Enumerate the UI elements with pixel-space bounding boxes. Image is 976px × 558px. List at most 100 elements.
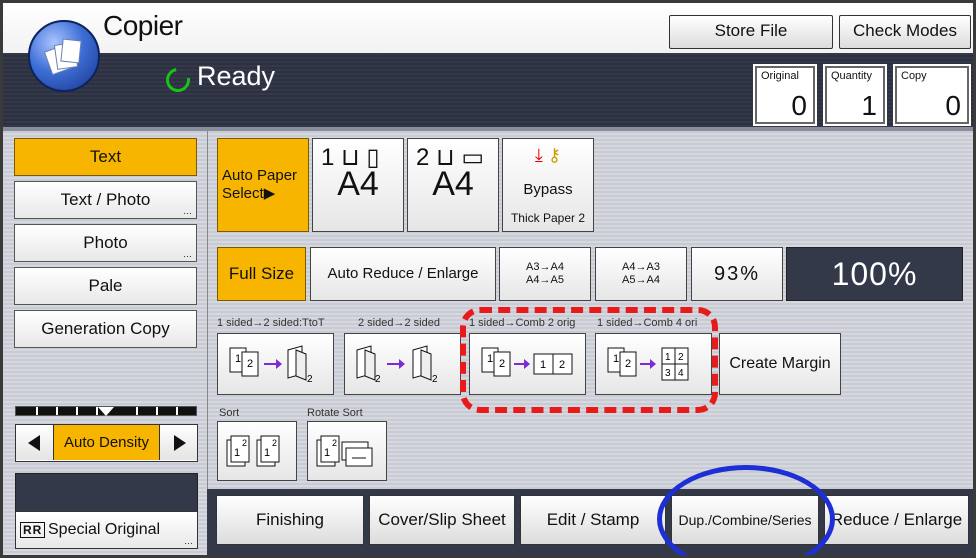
quantity-counter: Quantity 1 xyxy=(823,64,887,126)
more-options-icon: … xyxy=(183,206,192,216)
tray2-size: A4 xyxy=(432,165,474,203)
density-tick xyxy=(56,407,58,415)
ratio-93-percent-button[interactable]: 93% xyxy=(691,247,783,301)
original-type-label: Text / Photo xyxy=(60,190,151,209)
two-to-two-sided-icon: 2 2 xyxy=(356,345,438,385)
density-lighter-button[interactable] xyxy=(16,425,54,460)
one-to-two-sided-button[interactable]: 1 2 2 xyxy=(217,333,334,395)
status-text: Ready xyxy=(197,61,276,91)
store-file-button[interactable]: Store File xyxy=(669,15,833,49)
tab-cover-slip-sheet[interactable]: Cover/Slip Sheet xyxy=(369,495,515,545)
sort-label: Sort xyxy=(219,407,240,419)
create-margin-button[interactable]: Create Margin xyxy=(719,333,841,395)
ratio-line: A3→A4 xyxy=(526,261,564,273)
ratio-line: A4→A5 xyxy=(526,274,564,286)
original-counter-value: 0 xyxy=(791,90,807,121)
svg-text:1: 1 xyxy=(264,447,270,459)
svg-text:2: 2 xyxy=(432,374,438,385)
original-type-generation-copy-button[interactable]: Generation Copy xyxy=(14,310,197,348)
original-counter: Original 0 xyxy=(753,64,817,126)
svg-text:2: 2 xyxy=(375,374,381,385)
quantity-counter-label: Quantity xyxy=(831,70,872,82)
tab-edit-stamp[interactable]: Edit / Stamp xyxy=(520,495,666,545)
tab-finishing[interactable]: Finishing xyxy=(216,495,364,545)
duplex-label: 2 sided→2 sided xyxy=(358,317,440,329)
quantity-counter-value: 1 xyxy=(861,90,877,121)
sort-icon: 1 2 1 2 xyxy=(226,435,280,467)
bypass-paper-type: Thick Paper 2 xyxy=(510,211,586,225)
combine-2-originals-icon: 1 2 1 2 xyxy=(481,347,573,377)
svg-text:2: 2 xyxy=(307,374,313,385)
zoom-ratio-display: 100% xyxy=(786,247,963,301)
tab-dup-combine-series[interactable]: Dup./Combine/Series xyxy=(671,495,819,545)
svg-text:2: 2 xyxy=(625,358,631,370)
svg-text:1: 1 xyxy=(235,353,241,365)
original-type-label: Text xyxy=(89,147,122,166)
svg-text:2: 2 xyxy=(559,359,565,371)
tab-reduce-enlarge[interactable]: Reduce / Enlarge xyxy=(824,495,969,545)
combine-4-originals-button[interactable]: 1 2 1 2 3 4 xyxy=(595,333,712,395)
original-type-label: Generation Copy xyxy=(41,319,170,338)
ratio-line: A5→A4 xyxy=(622,274,660,286)
density-tick xyxy=(36,407,38,415)
ratio-a3-to-a4-button[interactable]: A3→A4 A4→A5 xyxy=(499,247,591,301)
original-type-text-button[interactable]: Text xyxy=(14,138,197,176)
svg-text:1: 1 xyxy=(487,353,493,365)
auto-density-button[interactable]: Auto Density xyxy=(54,425,159,460)
svg-text:2: 2 xyxy=(247,358,253,370)
two-to-two-sided-button[interactable]: 2 2 xyxy=(344,333,461,395)
one-to-two-sided-icon: 1 2 2 xyxy=(229,345,313,385)
density-control: Auto Density xyxy=(15,424,198,462)
density-tick xyxy=(136,407,138,415)
special-original-button[interactable]: RR Special Original … xyxy=(15,511,198,549)
combine-2-originals-button[interactable]: 1 2 1 2 xyxy=(469,333,586,395)
check-modes-button[interactable]: Check Modes xyxy=(839,15,971,49)
svg-text:2: 2 xyxy=(499,358,505,370)
rotate-sort-button[interactable]: 1 2 xyxy=(307,421,387,481)
special-original-label: Special Original xyxy=(48,521,161,538)
rotate-sort-icon: 1 2 xyxy=(316,435,373,467)
bypass-tray-icon: ⤓ ⚷ xyxy=(534,145,562,165)
ratio-line: A4→A3 xyxy=(622,261,660,273)
more-options-icon: … xyxy=(184,536,193,546)
svg-text:4: 4 xyxy=(678,368,684,379)
original-type-pale-button[interactable]: Pale xyxy=(14,267,197,305)
copier-screen: Copier Store File Check Modes Ready Orig… xyxy=(0,0,976,558)
auto-reduce-enlarge-button[interactable]: Auto Reduce / Enlarge xyxy=(310,247,496,301)
combine-label: 1 sided→Comb 4 ori xyxy=(597,317,698,329)
original-type-text-photo-button[interactable]: Text / Photo … xyxy=(14,181,197,219)
density-tick xyxy=(176,407,178,415)
combine-4-originals-icon: 1 2 1 2 3 4 xyxy=(607,347,689,381)
copier-logo-icon xyxy=(28,20,100,92)
auto-paper-select-button[interactable]: Auto Paper Select▶ xyxy=(217,138,309,232)
density-tick xyxy=(156,407,158,415)
original-counter-label: Original xyxy=(761,70,799,82)
full-size-button[interactable]: Full Size xyxy=(217,247,306,301)
rotate-sort-label: Rotate Sort xyxy=(307,407,363,419)
density-darker-button[interactable] xyxy=(159,425,197,460)
bypass-tray-button[interactable]: ⤓ ⚷ Bypass Thick Paper 2 xyxy=(502,138,594,232)
original-type-photo-button[interactable]: Photo … xyxy=(14,224,197,262)
svg-text:1: 1 xyxy=(234,447,240,459)
tray1-button[interactable]: 1 ⊔ ▯ A4 xyxy=(312,138,404,232)
copy-counter-value: 0 xyxy=(945,90,961,121)
svg-text:2: 2 xyxy=(332,438,337,448)
svg-text:2: 2 xyxy=(678,352,684,363)
app-title: Copier xyxy=(103,10,183,41)
ratio-a4-to-a3-button[interactable]: A4→A3 A5→A4 xyxy=(595,247,687,301)
special-original-icon-letter: R xyxy=(32,523,43,537)
svg-text:3: 3 xyxy=(665,368,671,379)
svg-text:2: 2 xyxy=(272,438,277,448)
svg-text:1: 1 xyxy=(665,352,671,363)
sort-button[interactable]: 1 2 1 2 xyxy=(217,421,297,481)
duplex-label: 1 sided→2 sided:TtoT xyxy=(217,317,325,329)
copy-counter: Copy 0 xyxy=(893,64,971,126)
more-options-icon: … xyxy=(183,249,192,259)
density-pointer-icon xyxy=(98,407,114,416)
density-tick xyxy=(76,407,78,415)
tray2-button[interactable]: 2 ⊔ ▭ A4 xyxy=(407,138,499,232)
svg-text:2: 2 xyxy=(242,438,247,448)
special-original-icon: RR xyxy=(20,522,46,538)
special-original-icon-letter: R xyxy=(23,523,33,537)
copy-counter-label: Copy xyxy=(901,70,927,82)
